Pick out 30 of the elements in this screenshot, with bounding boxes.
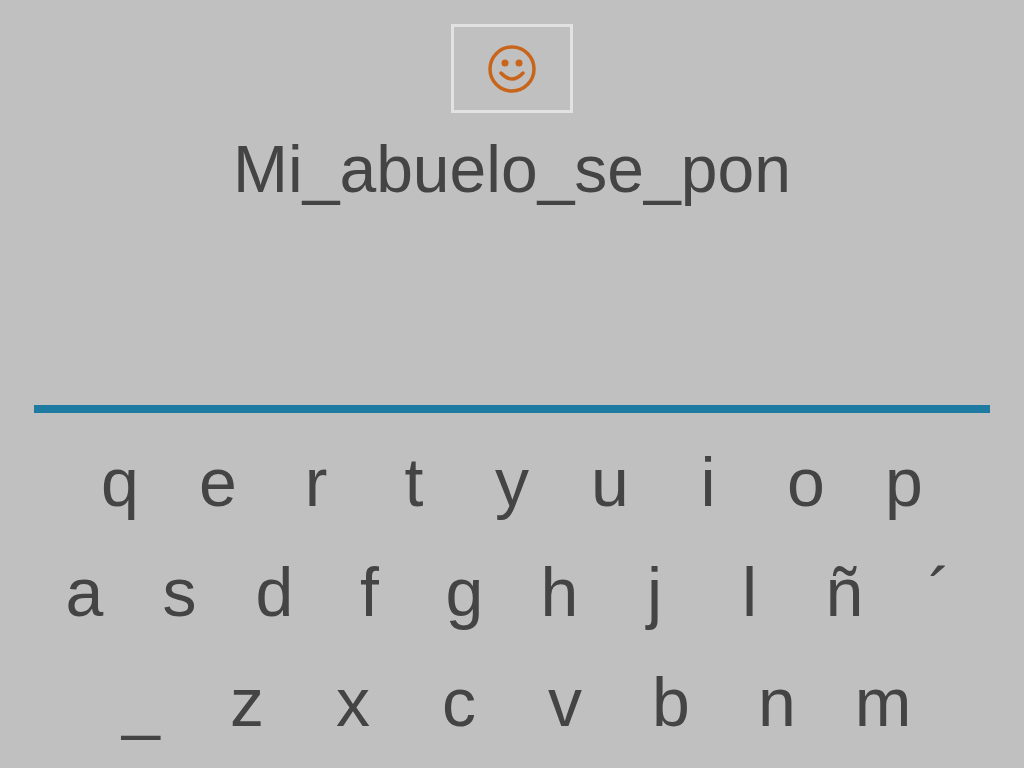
- letter-key[interactable]: b: [618, 657, 724, 747]
- letter-key[interactable]: u: [561, 437, 659, 527]
- letter-key[interactable]: z: [194, 657, 300, 747]
- letter-key[interactable]: _: [88, 657, 194, 747]
- letter-key[interactable]: c: [406, 657, 512, 747]
- letter-key[interactable]: g: [417, 547, 512, 637]
- letter-key[interactable]: v: [512, 657, 618, 747]
- letter-key[interactable]: i: [659, 437, 757, 527]
- letter-key[interactable]: m: [830, 657, 936, 747]
- phrase-text: Mi_abuelo_se_pon: [233, 131, 791, 208]
- letter-key[interactable]: f: [322, 547, 417, 637]
- letter-key[interactable]: d: [227, 547, 322, 637]
- letter-key[interactable]: n: [724, 657, 830, 747]
- letter-key[interactable]: q: [71, 437, 169, 527]
- letter-key[interactable]: y: [463, 437, 561, 527]
- letter-key[interactable]: a: [37, 547, 132, 637]
- letter-key[interactable]: r: [267, 437, 365, 527]
- letter-key[interactable]: o: [757, 437, 855, 527]
- letter-key[interactable]: ´: [892, 547, 987, 637]
- letter-key[interactable]: j: [607, 547, 702, 637]
- smiley-icon: [487, 43, 537, 94]
- letter-key[interactable]: ñ: [797, 547, 892, 637]
- letter-key[interactable]: l: [702, 547, 797, 637]
- letter-key[interactable]: e: [169, 437, 267, 527]
- letter-key[interactable]: p: [855, 437, 953, 527]
- letter-key[interactable]: t: [365, 437, 463, 527]
- letter-key[interactable]: h: [512, 547, 607, 637]
- letter-key[interactable]: s: [132, 547, 227, 637]
- smiley-button[interactable]: [451, 24, 573, 113]
- letter-key[interactable]: x: [300, 657, 406, 747]
